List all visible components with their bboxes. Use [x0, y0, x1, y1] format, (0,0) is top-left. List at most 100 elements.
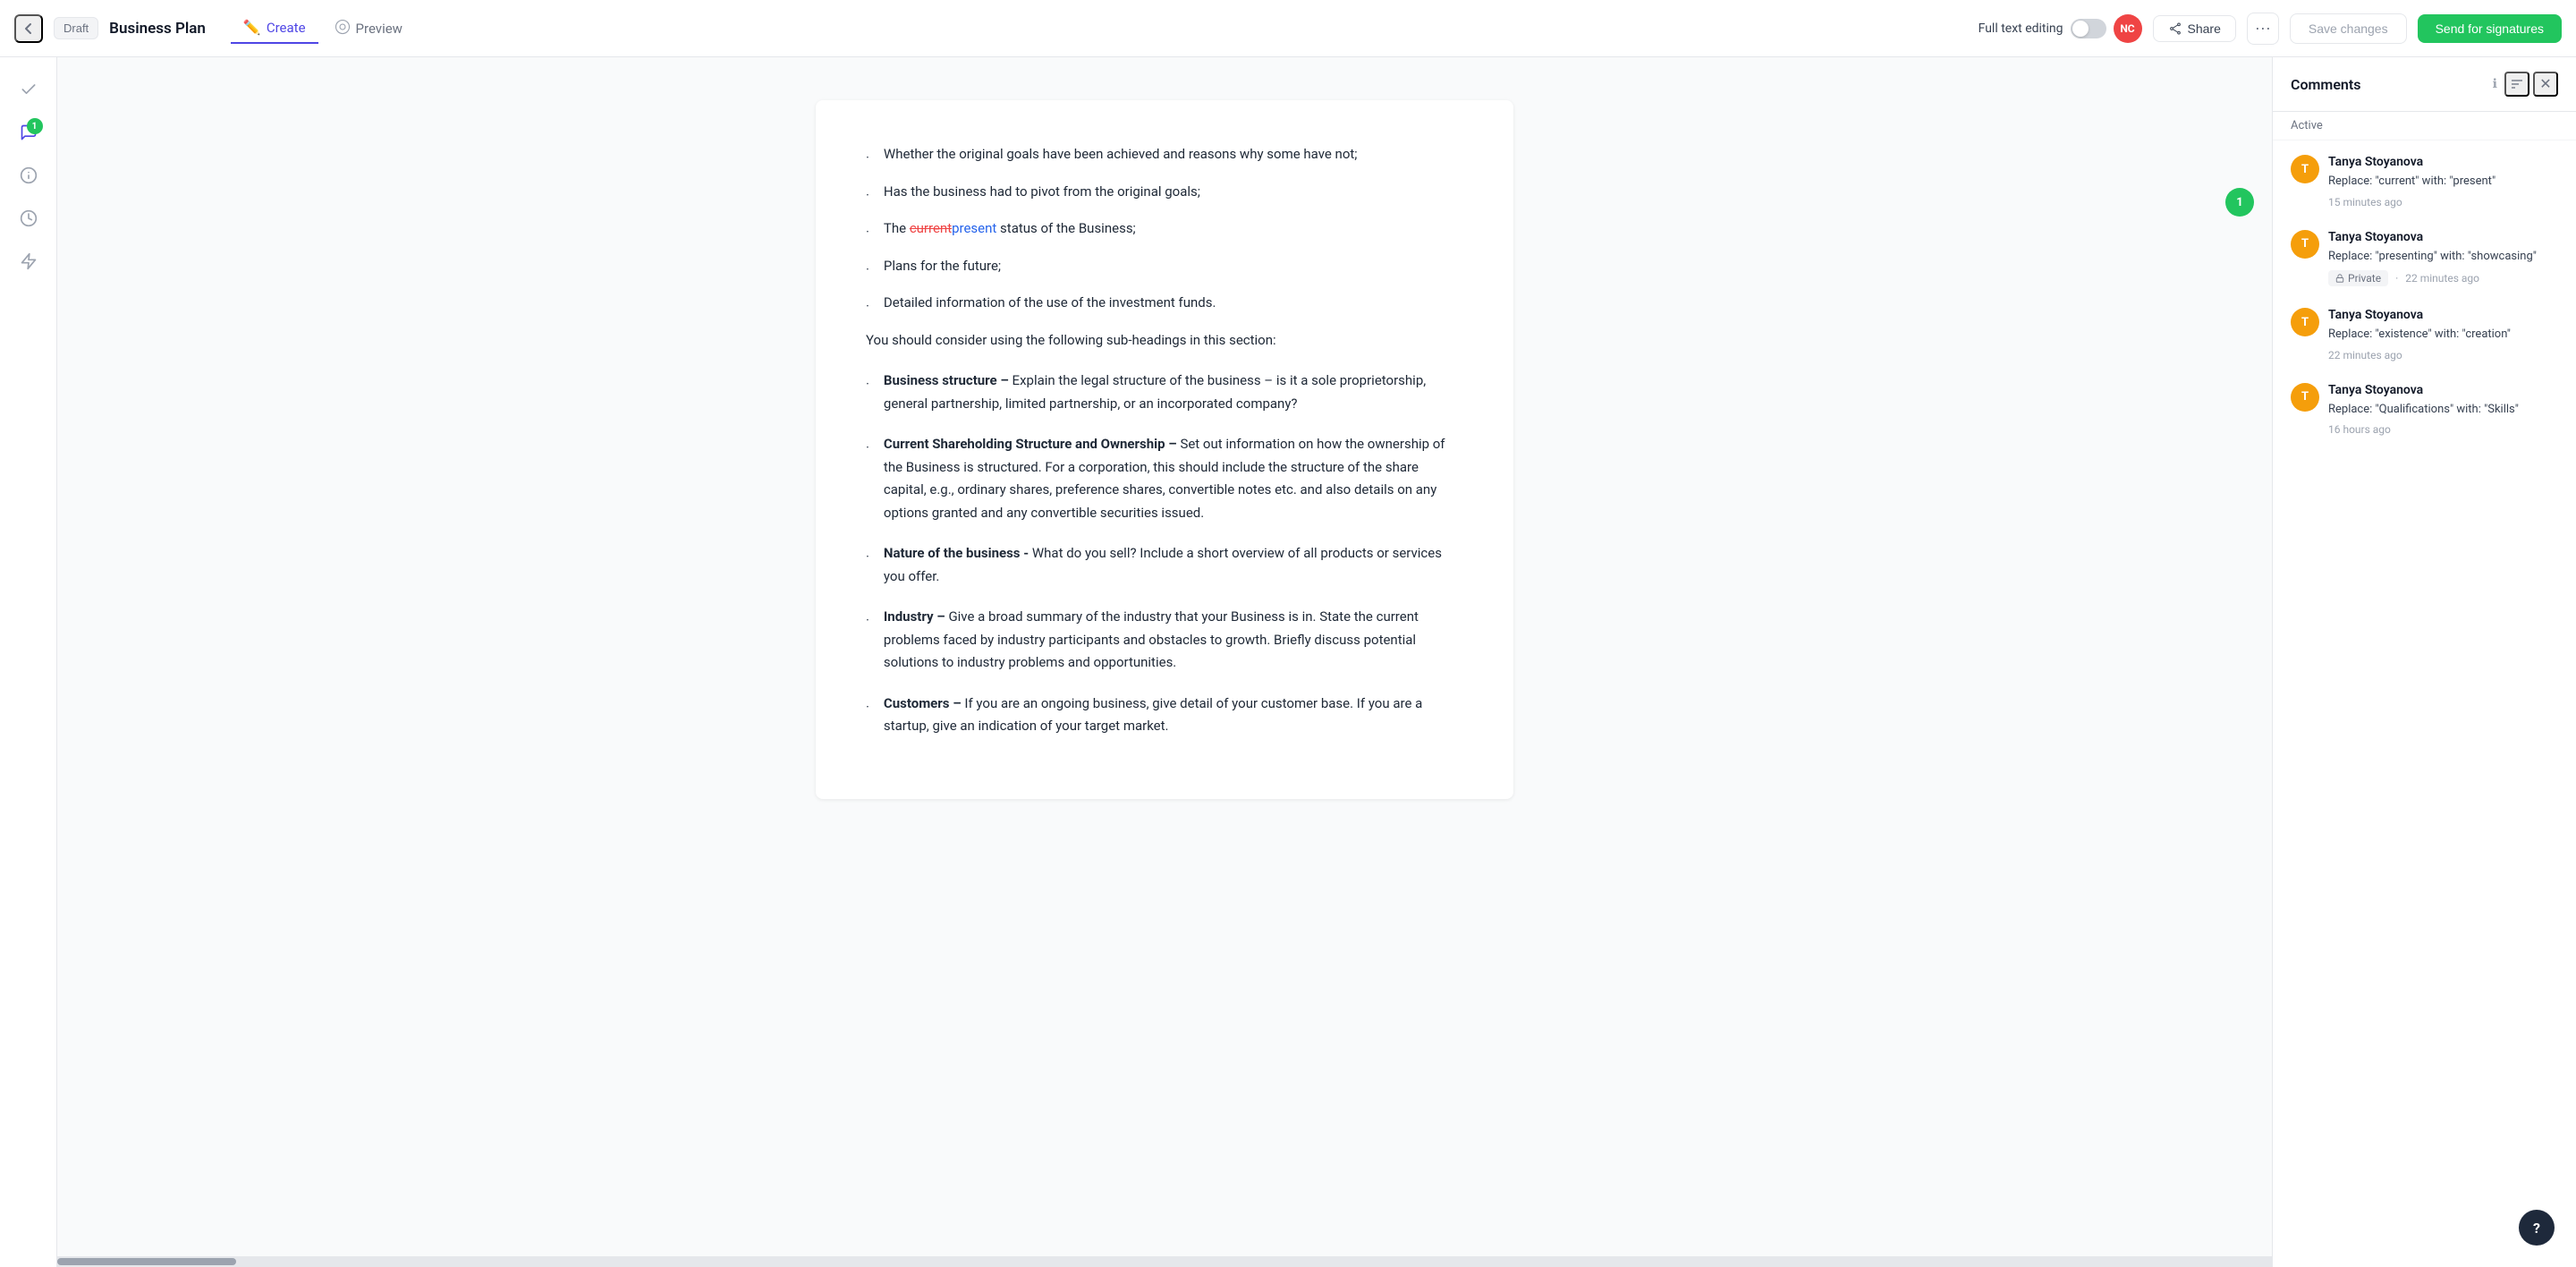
private-label-2: Private [2348, 272, 2381, 285]
bullet-dot: · [866, 221, 869, 244]
sidebar-icon-check[interactable] [11, 72, 47, 107]
comment-time-2: 22 minutes ago [2405, 272, 2479, 285]
tab-preview[interactable]: Preview [322, 13, 415, 44]
bullet-3: · The currentpresent status of the Busin… [866, 217, 1463, 244]
save-changes-button[interactable]: Save changes [2290, 13, 2407, 44]
section-industry: · Industry – Give a broad summary of the… [866, 606, 1463, 675]
more-icon: ··· [2255, 19, 2271, 38]
sidebar-icon-info[interactable] [11, 157, 47, 193]
bullet-dot: · [866, 295, 869, 319]
tab-preview-label: Preview [356, 21, 402, 37]
comment-item-1: T Tanya Stoyanova Replace: "current" wit… [2291, 155, 2558, 208]
intro-paragraph: You should consider using the following … [866, 329, 1463, 353]
insert-present: present [952, 220, 996, 236]
comments-panel: Comments ℹ ✕ Active T Tanya Stoyanova Re… [2272, 57, 2576, 1267]
private-badge-2: Private [2328, 270, 2388, 286]
comment-meta-4: 16 hours ago [2328, 423, 2558, 436]
sidebar-icon-lightning[interactable] [11, 243, 47, 279]
panel-title: Comments [2291, 76, 2486, 93]
comments-list: T Tanya Stoyanova Replace: "current" wit… [2273, 140, 2576, 1267]
comment-body-1: Tanya Stoyanova Replace: "current" with:… [2328, 155, 2558, 208]
panel-header: Comments ℹ ✕ [2273, 57, 2576, 112]
document-content: · Whether the original goals have been a… [816, 100, 1513, 799]
bullet-text-4: Plans for the future; [884, 255, 1001, 278]
panel-sort-button[interactable] [2504, 72, 2529, 97]
panel-close-button[interactable]: ✕ [2533, 72, 2558, 97]
toggle-knob [2072, 21, 2089, 37]
send-for-signatures-button[interactable]: Send for signatures [2418, 14, 2562, 43]
share-button[interactable]: Share [2153, 15, 2236, 42]
section-customers: · Customers – If you are an ongoing busi… [866, 693, 1463, 738]
section-business-structure-text: Business structure – Explain the legal s… [884, 370, 1463, 415]
draft-badge[interactable]: Draft [54, 17, 98, 39]
back-button[interactable] [14, 14, 43, 43]
comment-avatar-3: T [2291, 308, 2319, 336]
sidebar-icon-history[interactable] [11, 200, 47, 236]
section-customers-text: Customers – If you are an ongoing busine… [884, 693, 1463, 738]
horizontal-scrollbar[interactable] [57, 1256, 2272, 1267]
bullet-dot: · [866, 696, 869, 719]
comment-author-3: Tanya Stoyanova [2328, 308, 2558, 322]
comment-meta-2: Private · 22 minutes ago [2328, 270, 2558, 286]
bullet-text-3: The currentpresent status of the Busines… [884, 217, 1136, 241]
bullet-dot: · [866, 373, 869, 396]
comment-avatar-2: T [2291, 230, 2319, 259]
section-shareholding-text: Current Shareholding Structure and Owner… [884, 433, 1463, 524]
preview-icon [335, 19, 351, 38]
comment-bubble-overlay[interactable]: 1 [2225, 188, 2254, 217]
bullet-1: · Whether the original goals have been a… [866, 143, 1463, 170]
main-layout: 1 · Whether the original goals have been… [0, 0, 2576, 1267]
comment-avatar-1: T [2291, 155, 2319, 183]
create-icon: ✏️ [243, 19, 261, 36]
comment-avatar-4: T [2291, 383, 2319, 412]
panel-info-icon[interactable]: ℹ [2493, 77, 2497, 91]
comment-text-2: Replace: "presenting" with: "showcasing" [2328, 248, 2558, 266]
sidebar-icon-comment[interactable]: 1 [11, 115, 47, 150]
bullet-dot: · [866, 147, 869, 170]
comment-text-4: Replace: "Qualifications" with: "Skills" [2328, 401, 2558, 419]
bullet-dot: · [866, 184, 869, 208]
section-nature: · Nature of the business - What do you s… [866, 542, 1463, 588]
share-label: Share [2188, 21, 2221, 36]
more-button[interactable]: ··· [2247, 13, 2279, 45]
comment-time-1: 15 minutes ago [2328, 196, 2402, 208]
section-industry-text: Industry – Give a broad summary of the i… [884, 606, 1463, 675]
tab-create-label: Create [267, 20, 306, 36]
section-nature-text: Nature of the business - What do you sel… [884, 542, 1463, 588]
panel-filter: Active [2273, 112, 2576, 140]
full-text-editing-control: Full text editing NC [1979, 14, 2142, 43]
help-button[interactable]: ? [2519, 1210, 2555, 1246]
comment-body-2: Tanya Stoyanova Replace: "presenting" wi… [2328, 230, 2558, 287]
comment-meta-1: 15 minutes ago [2328, 196, 2558, 208]
bullet-dot: · [866, 546, 869, 569]
tab-create[interactable]: ✏️ Create [231, 13, 318, 44]
bullet-dot: · [866, 259, 869, 282]
comment-text-1: Replace: "current" with: "present" [2328, 173, 2558, 191]
panel-filter-label: Active [2291, 119, 2323, 132]
bullet-dot: · [866, 609, 869, 633]
comment-author-2: Tanya Stoyanova [2328, 230, 2558, 244]
document-title: Business Plan [109, 20, 206, 38]
comment-text-3: Replace: "existence" with: "creation" [2328, 326, 2558, 344]
app-header: Draft Business Plan ✏️ Create Preview Fu… [0, 0, 2576, 57]
full-text-editing-toggle[interactable] [2071, 19, 2106, 38]
bullet-dot: · [866, 437, 869, 460]
comment-time-3: 22 minutes ago [2328, 349, 2402, 361]
strikethrough-current: current [910, 220, 952, 236]
comment-badge: 1 [27, 118, 43, 134]
scrollbar-thumb [57, 1258, 236, 1265]
header-tabs: ✏️ Create Preview [231, 13, 415, 44]
full-text-editing-label: Full text editing [1979, 21, 2063, 36]
comment-dot-2: · [2395, 272, 2398, 285]
document-area[interactable]: · Whether the original goals have been a… [57, 57, 2272, 1267]
comment-item-3: T Tanya Stoyanova Replace: "existence" w… [2291, 308, 2558, 361]
comment-body-4: Tanya Stoyanova Replace: "Qualifications… [2328, 383, 2558, 437]
comment-item-2: T Tanya Stoyanova Replace: "presenting" … [2291, 230, 2558, 287]
comment-time-4: 16 hours ago [2328, 423, 2391, 436]
section-shareholding: · Current Shareholding Structure and Own… [866, 433, 1463, 524]
bullet-2: · Has the business had to pivot from the… [866, 181, 1463, 208]
comment-item-4: T Tanya Stoyanova Replace: "Qualificatio… [2291, 383, 2558, 437]
comment-body-3: Tanya Stoyanova Replace: "existence" wit… [2328, 308, 2558, 361]
section-business-structure: · Business structure – Explain the legal… [866, 370, 1463, 415]
comment-author-1: Tanya Stoyanova [2328, 155, 2558, 169]
